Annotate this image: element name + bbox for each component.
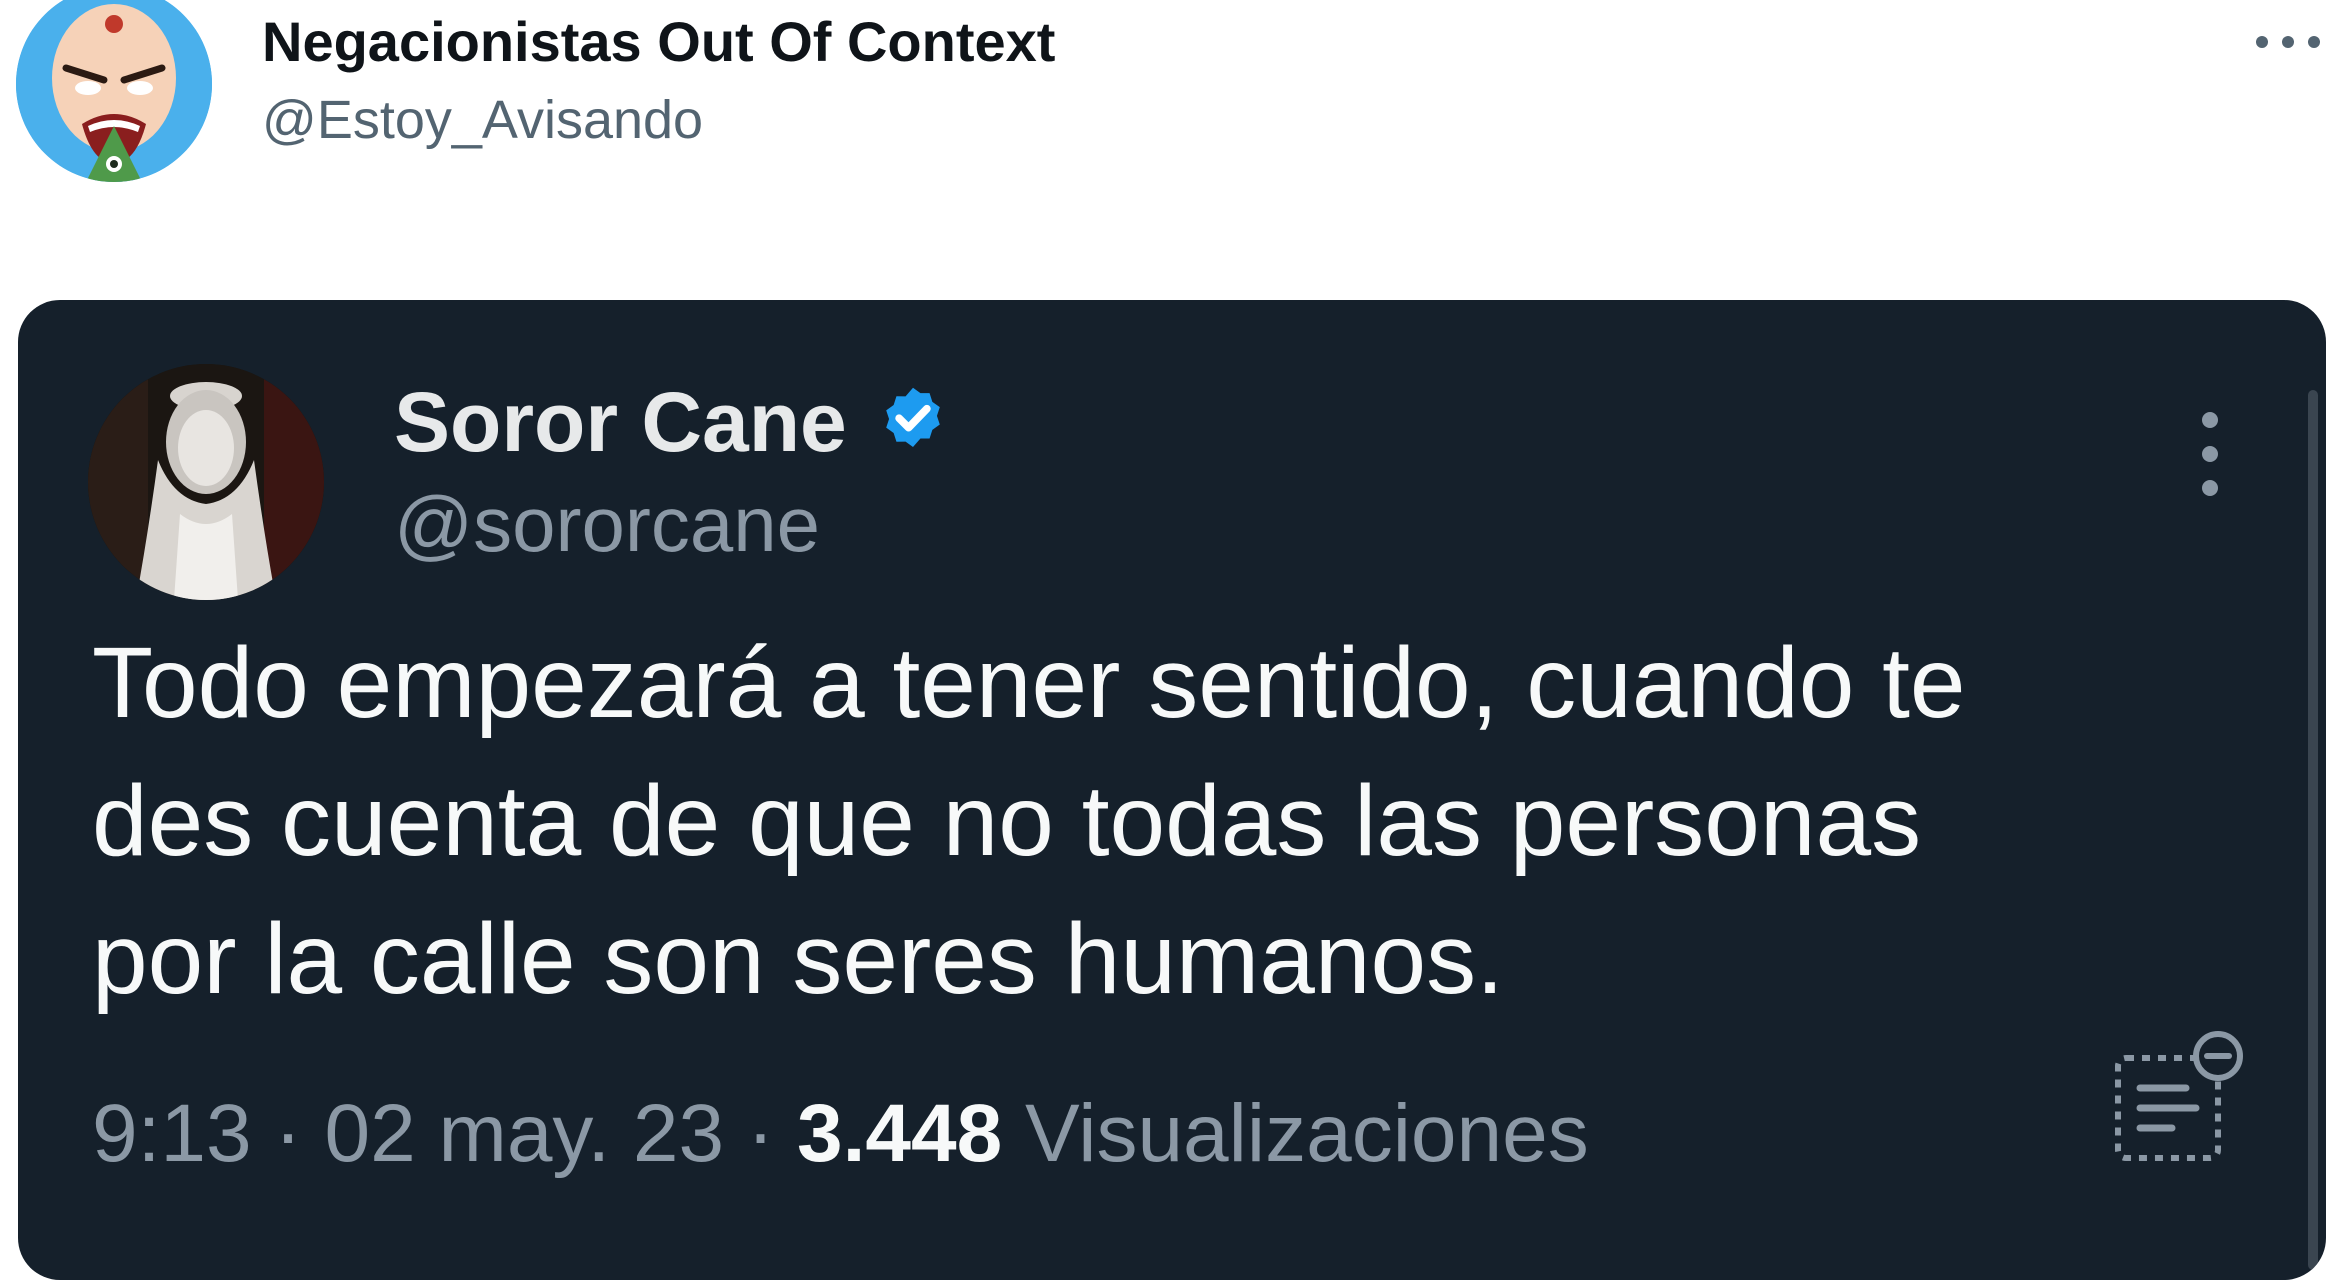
card-scrollbar[interactable] <box>2308 390 2318 1270</box>
views-count: 3.448 <box>797 1088 1003 1179</box>
outer-author-name[interactable]: Negacionistas Out Of Context <box>262 8 1055 75</box>
more-dot <box>2282 36 2294 48</box>
avatar-cartoon-face <box>16 0 212 182</box>
tweet-metadata: 9:13 · 02 may. 23 · 3.448 Visualizacione… <box>92 1085 1589 1183</box>
avatar-veiled-statue <box>88 364 324 600</box>
tweet-date[interactable]: 02 may. 23 <box>325 1088 725 1179</box>
tweet-text-line: des cuenta de que no todas las personas <box>92 765 1922 877</box>
quoted-author-name-row[interactable]: Soror Cane <box>394 372 951 473</box>
views-label: Visualizaciones <box>1025 1088 1589 1179</box>
meta-separator: · <box>274 1088 302 1179</box>
more-horizontal-icon[interactable] <box>2256 20 2328 56</box>
more-dot <box>2308 36 2320 48</box>
quoted-author-avatar[interactable] <box>88 364 324 600</box>
outer-author-avatar[interactable] <box>16 0 212 182</box>
more-dot <box>2202 480 2218 496</box>
more-dot <box>2202 446 2218 462</box>
quoted-author-handle[interactable]: @sororcane <box>394 478 820 572</box>
outer-author-handle[interactable]: @Estoy_Avisando <box>262 88 703 153</box>
community-notes-icon[interactable] <box>2108 1026 2248 1166</box>
tweet-time[interactable]: 9:13 <box>92 1088 252 1179</box>
tweet-text: Todo empezará a tener sentido, cuando te… <box>92 614 2172 1028</box>
more-vertical-icon[interactable] <box>2188 412 2232 498</box>
more-dot <box>2202 412 2218 428</box>
quoted-author-name[interactable]: Soror Cane <box>394 372 847 473</box>
more-dot <box>2256 36 2268 48</box>
tweet-text-line: por la calle son seres humanos. <box>92 903 1504 1015</box>
meta-separator: · <box>746 1088 775 1179</box>
quoted-tweet-card[interactable]: Soror Cane @sororcane Todo empezará a te… <box>18 300 2326 1280</box>
verified-badge-icon <box>885 388 940 448</box>
tweet-text-line: Todo empezará a tener sentido, cuando te <box>92 627 1966 739</box>
